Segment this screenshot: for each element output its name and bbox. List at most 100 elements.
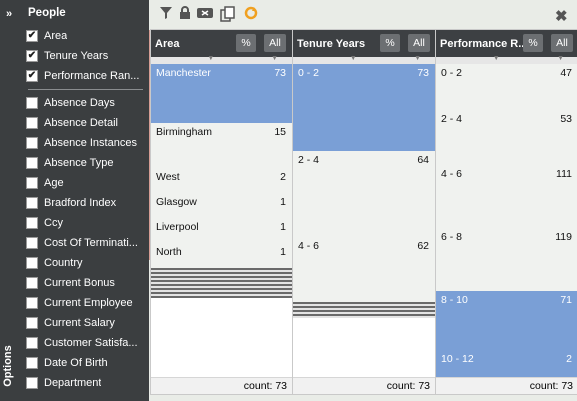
field-item[interactable]: ✔ Performance Ran...	[22, 66, 149, 86]
checkbox-icon[interactable]	[26, 237, 38, 249]
category-count: 62	[417, 240, 429, 252]
checkbox-icon[interactable]	[26, 357, 38, 369]
sort-bar[interactable]: ▼ ▼	[436, 55, 577, 64]
field-item[interactable]: Absence Detail	[22, 113, 149, 133]
category-bar[interactable]: 8 - 10 71	[436, 291, 577, 351]
sort-bar[interactable]: ▼ ▼	[293, 55, 435, 64]
field-item[interactable]: Absence Days	[22, 93, 149, 113]
category-count: 2	[280, 171, 286, 183]
sort-count-icon[interactable]: ▼	[271, 55, 278, 62]
sort-bar[interactable]: ▼ ▼	[151, 55, 292, 64]
category-name: 4 - 6	[298, 240, 320, 252]
checkbox-icon[interactable]	[26, 317, 38, 329]
category-name: 2 - 4	[298, 154, 320, 166]
category-name: 8 - 10	[441, 294, 468, 306]
checkbox-checked-icon[interactable]: ✔	[26, 50, 38, 62]
category-name: 0 - 2	[441, 67, 463, 79]
category-count: 1	[280, 246, 286, 258]
percent-button[interactable]: %	[380, 34, 400, 52]
field-item[interactable]: Absence Type	[22, 153, 149, 173]
category-name: Glasgow	[156, 196, 197, 208]
field-item[interactable]: Customer Satisfa...	[22, 333, 149, 353]
category-bar[interactable]: Liverpool 1	[151, 218, 292, 244]
field-item[interactable]: Country	[22, 253, 149, 273]
field-item[interactable]: Current Employee	[22, 293, 149, 313]
all-button[interactable]: All	[408, 34, 430, 52]
category-bar[interactable]: 0 - 2 73	[293, 64, 435, 152]
options-strip[interactable]: » Options	[0, 0, 22, 401]
category-count: 119	[555, 231, 572, 243]
checkbox-checked-icon[interactable]: ✔	[26, 30, 38, 42]
sort-count-icon[interactable]: ▼	[414, 55, 421, 62]
field-item[interactable]: ✔ Tenure Years	[22, 46, 149, 66]
category-name: Liverpool	[156, 221, 199, 233]
category-bar[interactable]: West 2	[151, 168, 292, 194]
checkbox-icon[interactable]	[26, 137, 38, 149]
percent-button[interactable]: %	[236, 34, 256, 52]
options-label[interactable]: Options	[2, 345, 14, 387]
sort-count-icon[interactable]: ▼	[557, 55, 564, 62]
category-name: 2 - 4	[441, 113, 463, 125]
category-count: 73	[417, 67, 429, 79]
overflow-indicator	[151, 268, 292, 298]
field-list-panel: People ✔ Area ✔ Tenure Years ✔ Performance Ra…	[22, 0, 149, 401]
field-label: Cost Of Terminati...	[44, 237, 138, 249]
checkbox-icon[interactable]	[26, 377, 38, 389]
checkbox-icon[interactable]	[26, 157, 38, 169]
category-bar[interactable]: 0 - 2 47	[436, 64, 577, 111]
filter-icon[interactable]	[158, 6, 174, 22]
checkbox-checked-icon[interactable]: ✔	[26, 70, 38, 82]
field-item[interactable]: ✔ Area	[22, 26, 149, 46]
sort-name-icon[interactable]: ▼	[493, 55, 500, 62]
category-bar[interactable]: 10 - 12 2	[436, 350, 577, 378]
category-bar[interactable]: 4 - 6 62	[293, 237, 435, 303]
checkbox-icon[interactable]	[26, 97, 38, 109]
category-bar[interactable]: Manchester 73	[151, 64, 292, 124]
field-item[interactable]: Ccy	[22, 213, 149, 233]
category-name: 10 - 12	[441, 353, 474, 365]
field-label: Date Of Birth	[44, 357, 108, 369]
checkbox-icon[interactable]	[26, 277, 38, 289]
checkbox-icon[interactable]	[26, 177, 38, 189]
expand-icon[interactable]: »	[6, 8, 12, 20]
column-title: Tenure Years	[297, 38, 366, 50]
tenure-years-column: Tenure Years% All ▼ ▼ 0 - 2 73 2 - 4 64 4 - 6 62 c…	[292, 29, 436, 395]
field-label: Customer Satisfa...	[44, 337, 138, 349]
category-bar[interactable]: North 1	[151, 243, 292, 269]
field-item[interactable]: Cost Of Terminati...	[22, 233, 149, 253]
percent-button[interactable]: %	[523, 34, 543, 52]
lock-icon[interactable]	[177, 6, 193, 22]
field-item[interactable]: Date Of Birth	[22, 353, 149, 373]
field-item[interactable]: Current Salary	[22, 313, 149, 333]
close-icon[interactable]: ✖	[555, 7, 568, 25]
category-bar[interactable]: Birmingham 15	[151, 123, 292, 169]
field-item[interactable]: Absence Instances	[22, 133, 149, 153]
copy-icon[interactable]	[220, 6, 236, 22]
refresh-icon[interactable]	[243, 6, 259, 22]
column-count: count: 73	[151, 377, 292, 394]
checkbox-icon[interactable]	[26, 197, 38, 209]
sort-name-icon[interactable]: ▼	[350, 55, 357, 62]
checkbox-icon[interactable]	[26, 297, 38, 309]
checkbox-icon[interactable]	[26, 257, 38, 269]
all-button[interactable]: All	[264, 34, 286, 52]
all-button[interactable]: All	[551, 34, 573, 52]
category-bar[interactable]: 4 - 6 111	[436, 165, 577, 229]
field-item[interactable]: Department	[22, 373, 149, 393]
checkbox-icon[interactable]	[26, 217, 38, 229]
clear-icon[interactable]	[196, 6, 214, 22]
field-item[interactable]: Current Bonus	[22, 273, 149, 293]
sort-name-icon[interactable]: ▼	[207, 55, 214, 62]
category-count: 2	[566, 353, 572, 365]
category-bar[interactable]: Glasgow 1	[151, 193, 292, 219]
checkbox-icon[interactable]	[26, 117, 38, 129]
category-bar[interactable]: 6 - 8 119	[436, 228, 577, 292]
column-header: Performance R...% All	[436, 30, 577, 57]
field-item[interactable]: Bradford Index	[22, 193, 149, 213]
field-item[interactable]: Age	[22, 173, 149, 193]
column-count: count: 73	[436, 377, 577, 394]
category-bar[interactable]: 2 - 4 53	[436, 110, 577, 166]
category-bar[interactable]: 2 - 4 64	[293, 151, 435, 238]
performance-rating-column: Performance R...% All ▼ ▼ 0 - 2 47 2 - 4 53 4 - …	[435, 29, 577, 395]
checkbox-icon[interactable]	[26, 337, 38, 349]
